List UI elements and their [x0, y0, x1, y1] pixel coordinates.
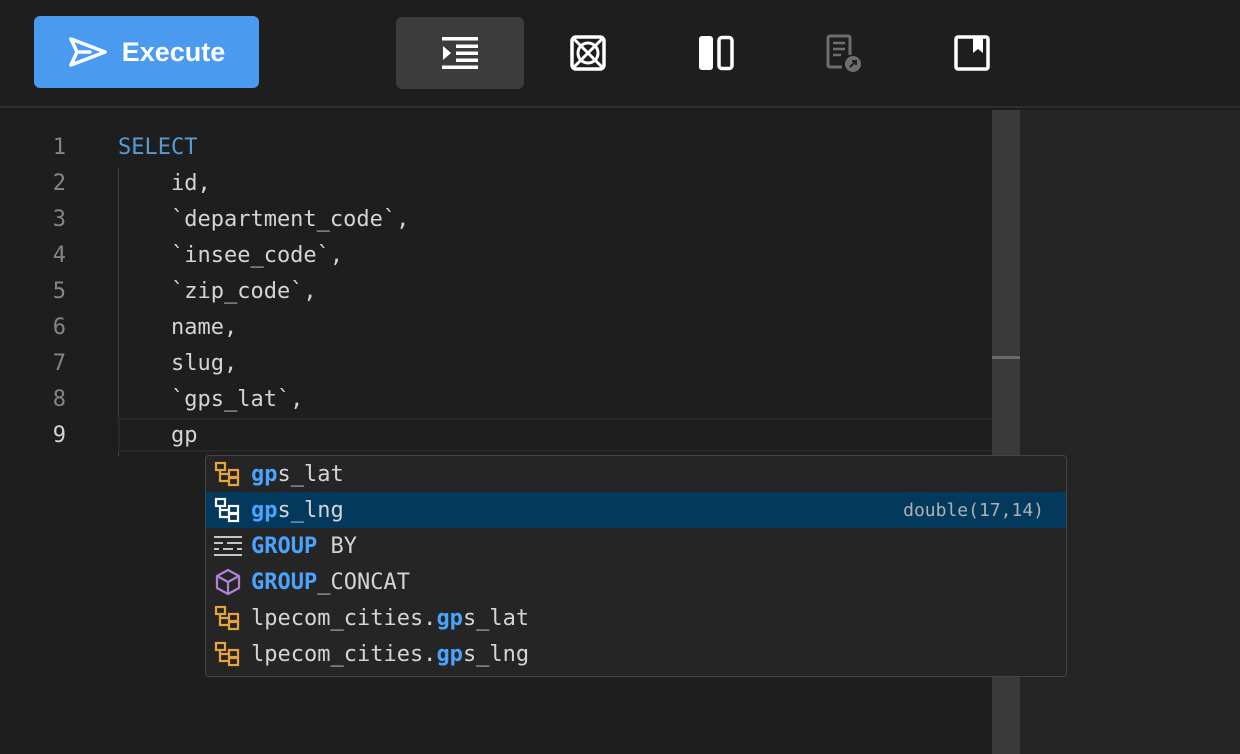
suggestion-label: GROUP BY [251, 533, 357, 559]
line-number: 1 [52, 135, 66, 160]
line-number: 4 [52, 243, 66, 268]
suggestion-label: GROUP_CONCAT [251, 569, 410, 595]
function-icon [213, 567, 243, 597]
code-line[interactable]: slug, [118, 346, 237, 382]
suggestion-item[interactable]: gps_lat [206, 456, 1066, 492]
bookmark-icon [954, 35, 990, 71]
send-icon [68, 37, 107, 67]
export-document-button[interactable] [780, 17, 908, 89]
suggestion-item-selected[interactable]: gps_lng double(17,14) [206, 492, 1066, 528]
keyword-icon [213, 531, 243, 561]
field-icon [213, 603, 243, 633]
line-number-current: 9 [52, 423, 66, 448]
autocomplete-dropdown: gps_lat gps_lng double(17,14) GROUP BY G… [205, 455, 1067, 677]
code-line[interactable]: `zip_code`, [118, 274, 317, 310]
code-line[interactable]: `gps_lat`, [118, 382, 303, 418]
suggestion-label: gps_lng [251, 497, 344, 523]
suggestion-item[interactable]: GROUP_CONCAT [206, 564, 1066, 600]
suggestion-label: lpecom_cities.gps_lng [251, 641, 530, 667]
execute-button[interactable]: Execute [34, 16, 259, 88]
toolbar: Execute [0, 0, 1240, 108]
code-line[interactable]: id, [118, 166, 211, 202]
suggestion-item[interactable]: lpecom_cities.gps_lng [206, 636, 1066, 672]
code-line[interactable]: `insee_code`, [118, 238, 343, 274]
field-icon [213, 495, 243, 525]
line-number: 8 [52, 387, 66, 412]
suggestion-label: gps_lat [251, 461, 344, 487]
indent-icon [442, 37, 478, 69]
document-export-icon [826, 34, 861, 72]
code-line[interactable]: `department_code`, [118, 202, 409, 238]
line-number: 6 [52, 315, 66, 340]
line-number: 7 [52, 351, 66, 376]
suggestion-item[interactable]: GROUP BY [206, 528, 1066, 564]
execute-label: Execute [121, 36, 226, 67]
split-view-icon [699, 35, 734, 71]
line-number: 5 [52, 279, 66, 304]
suggestion-label: lpecom_cities.gps_lat [251, 605, 530, 631]
line-number: 3 [52, 207, 66, 232]
code-line[interactable]: name, [118, 310, 237, 346]
field-icon [213, 459, 243, 489]
current-line-highlight [118, 418, 1016, 452]
field-icon [213, 639, 243, 669]
bookmark-button[interactable] [908, 17, 1036, 89]
clear-button[interactable] [524, 17, 652, 89]
line-number: 2 [52, 171, 66, 196]
suggestion-item[interactable]: lpecom_cities.gps_lat [206, 600, 1066, 636]
code-line[interactable]: SELECT [118, 130, 197, 166]
clear-icon [570, 35, 606, 71]
scrollbar-cursor-marker [992, 356, 1020, 359]
format-indent-button[interactable] [396, 17, 524, 89]
split-view-button[interactable] [652, 17, 780, 89]
suggestion-type-detail: double(17,14) [903, 499, 1044, 521]
code-line-current[interactable]: gp [118, 418, 198, 454]
